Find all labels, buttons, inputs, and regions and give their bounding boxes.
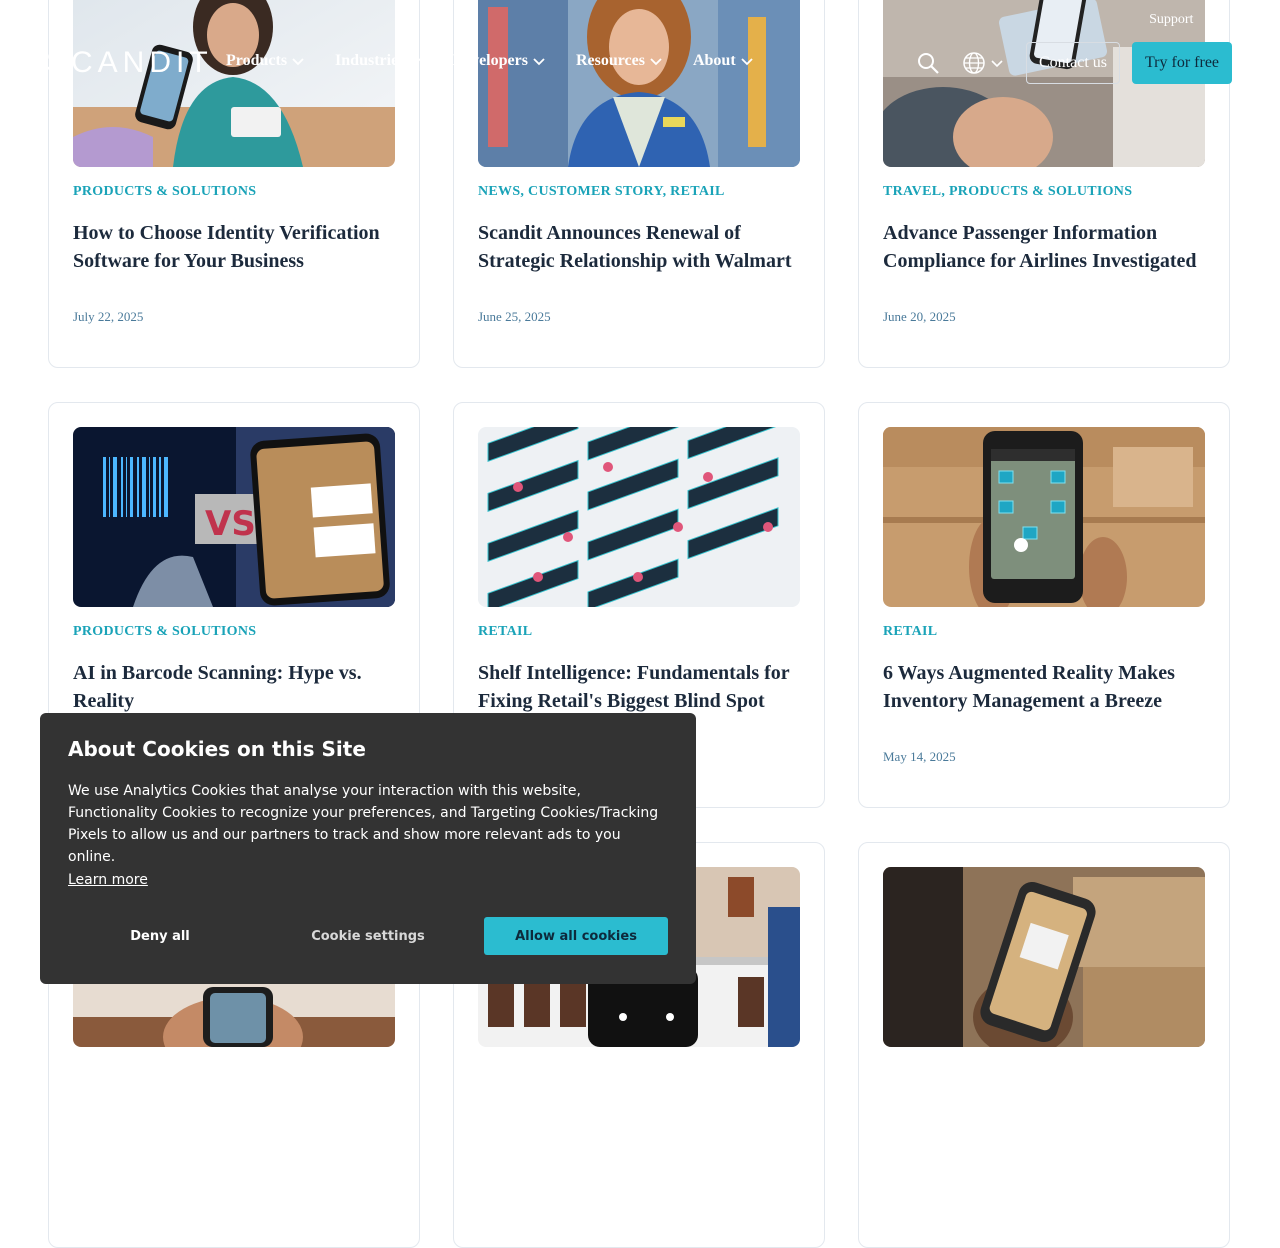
article-date: June 20, 2025: [883, 309, 956, 324]
site-header: SCANDIT Products Industries Developers R…: [0, 0, 1280, 100]
scandit-logo[interactable]: SCANDIT: [46, 46, 213, 80]
article-category: NEWS, CUSTOMER STORY, RETAIL: [478, 184, 725, 199]
article-date: July 22, 2025: [73, 309, 144, 324]
nav-label: Resources: [575, 52, 645, 69]
article-title[interactable]: AI in Barcode Scanning: Hype vs. Reality: [73, 659, 398, 715]
cookie-banner: About Cookies on this Site We use Analyt…: [40, 713, 696, 984]
nav-developers[interactable]: Developers: [452, 52, 546, 70]
chevron-down-icon: [292, 58, 304, 66]
main-nav: Products Industries Developers Resources…: [226, 52, 784, 70]
contact-us-button[interactable]: Contact us: [1026, 42, 1120, 84]
article-category: PRODUCTS & SOLUTIONS: [73, 624, 257, 639]
nav-about[interactable]: About: [693, 52, 754, 70]
chevron-down-icon: [991, 60, 1003, 68]
nav-label: About: [692, 52, 736, 69]
article-image: VS.: [73, 427, 395, 607]
cookie-description: We use Analytics Cookies that analyse yo…: [68, 783, 659, 865]
nav-products[interactable]: Products: [226, 52, 305, 70]
chevron-down-icon: [741, 58, 753, 66]
login-link[interactable]: L: [1211, 12, 1220, 28]
chevron-down-icon: [650, 58, 662, 66]
article-date: May 14, 2025: [883, 749, 956, 764]
allow-all-cookies-button[interactable]: Allow all cookies: [484, 917, 668, 955]
try-for-free-button[interactable]: Try for free: [1132, 42, 1232, 84]
nav-label: Industries: [335, 52, 405, 69]
article-card[interactable]: RETAIL 6 Ways Augmented Reality Makes In…: [858, 402, 1230, 808]
learn-more-link[interactable]: Learn more: [68, 872, 148, 888]
chevron-down-icon: [409, 58, 422, 66]
article-image: [478, 427, 800, 607]
chevron-down-icon: [533, 58, 545, 66]
article-date: June 25, 2025: [478, 309, 551, 324]
article-title[interactable]: Shelf Intelligence: Fundamentals for Fix…: [478, 659, 803, 715]
cookie-settings-button[interactable]: Cookie settings: [276, 917, 460, 955]
article-category: TRAVEL, PRODUCTS & SOLUTIONS: [883, 184, 1133, 199]
utility-links: Support L: [1149, 12, 1220, 28]
article-image: [883, 867, 1205, 1047]
cookie-title: About Cookies on this Site: [68, 737, 366, 761]
nav-industries[interactable]: Industries: [335, 52, 422, 70]
language-selector[interactable]: [962, 51, 1006, 75]
deny-all-button[interactable]: Deny all: [68, 917, 252, 955]
article-title[interactable]: Advance Passenger Information Compliance…: [883, 219, 1208, 275]
article-title[interactable]: Scandit Announces Renewal of Strategic R…: [478, 219, 803, 275]
article-image: [883, 427, 1205, 607]
article-title[interactable]: How to Choose Identity Verification Soft…: [73, 219, 398, 275]
search-icon[interactable]: [916, 51, 940, 75]
article-category: PRODUCTS & SOLUTIONS: [73, 184, 257, 199]
article-card[interactable]: [858, 842, 1230, 1248]
article-category: RETAIL: [883, 624, 938, 639]
article-title[interactable]: 6 Ways Augmented Reality Makes Inventory…: [883, 659, 1208, 715]
article-category: RETAIL: [478, 624, 533, 639]
nav-label: Products: [226, 52, 288, 69]
globe-icon: [963, 52, 985, 74]
nav-resources[interactable]: Resources: [576, 52, 663, 70]
support-link[interactable]: Support: [1149, 12, 1193, 28]
nav-label: Developers: [452, 52, 528, 69]
